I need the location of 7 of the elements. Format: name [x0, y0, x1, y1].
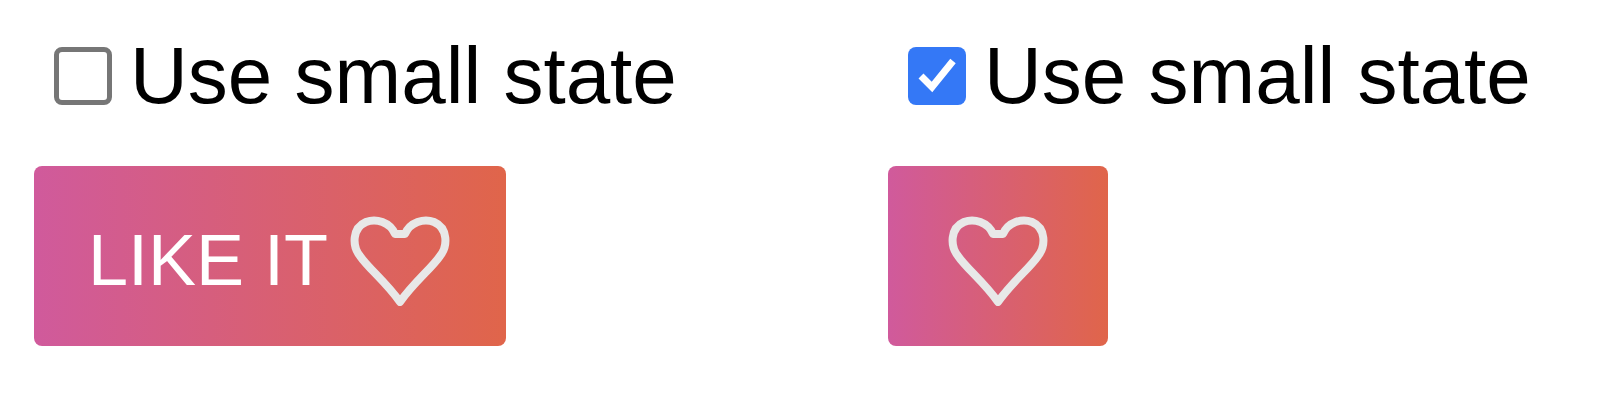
checkbox[interactable]: [54, 47, 112, 105]
checkbox[interactable]: [908, 47, 966, 105]
checkbox-label: Use small state: [130, 44, 677, 108]
checkbox-label: Use small state: [984, 44, 1531, 108]
like-button[interactable]: [888, 166, 1108, 346]
heart-icon: [946, 214, 1050, 306]
like-button[interactable]: LIKE IT: [34, 166, 506, 346]
